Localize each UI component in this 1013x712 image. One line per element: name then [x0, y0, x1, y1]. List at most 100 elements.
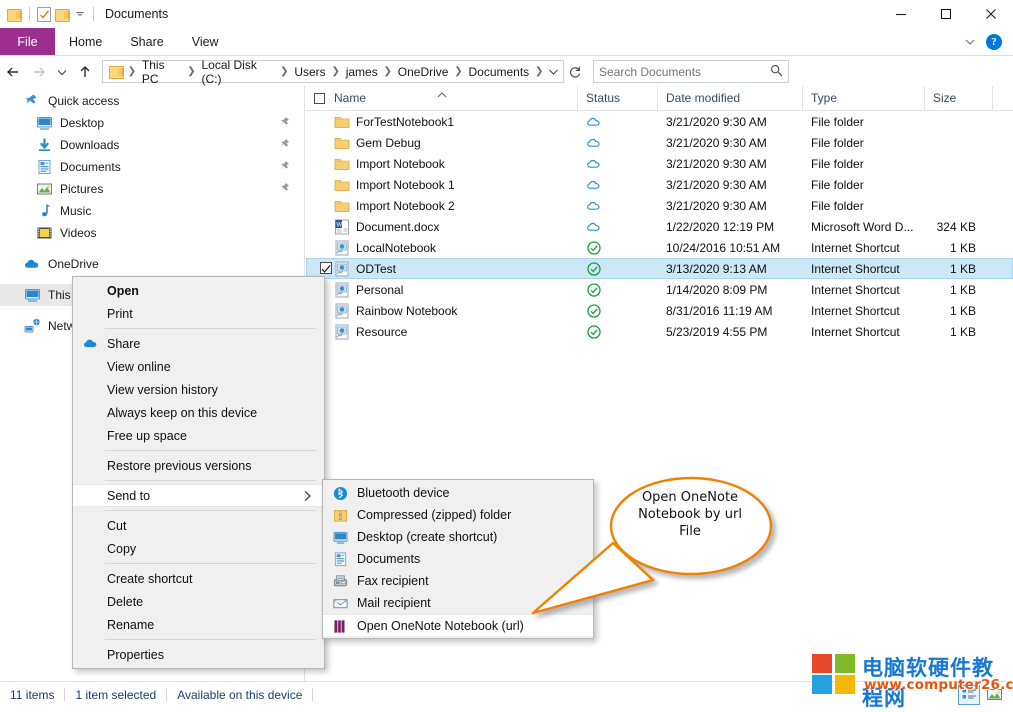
document-properties-icon[interactable] — [37, 7, 51, 22]
status-divider — [312, 688, 313, 701]
table-row[interactable]: Gem Debug3/21/2020 9:30 AMFile folder — [306, 132, 1013, 153]
window-controls[interactable] — [878, 0, 1013, 28]
menu-item-label: Create shortcut — [107, 572, 192, 586]
up-arrow-icon[interactable] — [72, 59, 98, 85]
menu-item-rename[interactable]: Rename — [73, 613, 324, 636]
maximize-button[interactable] — [923, 0, 968, 28]
select-all-checkbox[interactable] — [314, 93, 325, 104]
menu-item-restore-previous-versions[interactable]: Restore previous versions — [73, 454, 324, 477]
menu-item-properties[interactable]: Properties — [73, 643, 324, 666]
menu-item-label: Cut — [107, 519, 126, 533]
breadcrumb-james[interactable]: james — [342, 62, 382, 82]
this-pc-icon — [24, 287, 41, 303]
cell-type: File folder — [803, 178, 925, 192]
menu-item-open[interactable]: Open — [73, 279, 324, 302]
customize-dropdown-icon[interactable] — [74, 8, 86, 20]
table-row[interactable]: Import Notebook 13/21/2020 9:30 AMFile f… — [306, 174, 1013, 195]
table-row[interactable]: Rainbow Notebook8/31/2016 11:19 AMIntern… — [306, 300, 1013, 321]
tab-view[interactable]: View — [178, 28, 233, 55]
table-row[interactable]: WDocument.docx1/22/2020 12:19 PMMicrosof… — [306, 216, 1013, 237]
help-icon[interactable]: ? — [986, 34, 1002, 50]
address-bar[interactable]: ❯ This PC ❯ Local Disk (C:) ❯ Users ❯ ja… — [102, 60, 564, 83]
menu-item-always-keep-on-this-device[interactable]: Always keep on this device — [73, 401, 324, 424]
quick-access-toolbar[interactable] — [0, 7, 97, 22]
pin-icon[interactable] — [279, 160, 290, 173]
breadcrumb-documents[interactable]: Documents — [464, 62, 533, 82]
file-name: Gem Debug — [356, 136, 421, 150]
pin-icon[interactable] — [279, 116, 290, 129]
breadcrumb-this-pc[interactable]: This PC — [138, 62, 186, 82]
tab-file[interactable]: File — [0, 28, 55, 55]
cell-type: Internet Shortcut — [803, 283, 925, 297]
menu-item-create-shortcut[interactable]: Create shortcut — [73, 567, 324, 590]
menu-item-label: Send to — [107, 489, 150, 503]
status-selected-count: 1 item selected — [65, 688, 166, 702]
cell-status — [578, 156, 658, 172]
submenu-item-label: Fax recipient — [357, 574, 429, 588]
close-button[interactable] — [968, 0, 1013, 28]
menu-item-send-to[interactable]: Send to — [73, 484, 324, 507]
search-icon[interactable] — [770, 64, 783, 80]
menu-item-view-online[interactable]: View online — [73, 355, 324, 378]
menu-item-free-up-space[interactable]: Free up space — [73, 424, 324, 447]
recent-locations-chevron-icon[interactable] — [52, 59, 72, 85]
table-row[interactable]: LocalNotebook10/24/2016 10:51 AMInternet… — [306, 237, 1013, 258]
menu-item-delete[interactable]: Delete — [73, 590, 324, 613]
table-row[interactable]: Import Notebook3/21/2020 9:30 AMFile fol… — [306, 153, 1013, 174]
column-header-size[interactable]: Size — [925, 86, 993, 110]
column-header-status[interactable]: Status — [578, 86, 658, 110]
chevron-down-icon[interactable] — [964, 36, 976, 48]
minimize-button[interactable] — [878, 0, 923, 28]
table-row[interactable]: ForTestNotebook13/21/2020 9:30 AMFile fo… — [306, 111, 1013, 132]
cloud-only-icon — [586, 177, 602, 193]
table-row[interactable]: Personal1/14/2020 8:09 PMInternet Shortc… — [306, 279, 1013, 300]
ribbon-tab-bar: File Home Share View ? — [0, 28, 1013, 56]
sidebar-item-quick-access[interactable]: Quick access — [0, 90, 304, 112]
menu-item-share[interactable]: Share — [73, 332, 324, 355]
sidebar-item-label: Videos — [60, 226, 96, 240]
breadcrumb-onedrive[interactable]: OneDrive — [394, 62, 453, 82]
callout-line-2: Notebook by url — [610, 506, 770, 523]
breadcrumb-local-disk[interactable]: Local Disk (C:) — [197, 62, 278, 82]
folder-icon[interactable] — [55, 8, 70, 21]
menu-item-print[interactable]: Print — [73, 302, 324, 325]
pin-icon[interactable] — [279, 138, 290, 151]
sidebar-item-music[interactable]: Music — [0, 200, 304, 222]
sidebar-item-desktop[interactable]: Desktop — [0, 112, 304, 134]
table-row[interactable]: ODTest3/13/2020 9:13 AMInternet Shortcut… — [306, 258, 1013, 279]
back-arrow-icon[interactable] — [0, 59, 26, 85]
row-checkbox[interactable] — [320, 262, 332, 274]
word-document-icon: W — [334, 219, 350, 235]
table-row[interactable]: Resource5/23/2019 4:55 PMInternet Shortc… — [306, 321, 1013, 342]
sidebar-item-documents[interactable]: Documents — [0, 156, 304, 178]
refresh-icon[interactable] — [564, 60, 586, 83]
search-input[interactable]: Search Documents — [593, 60, 789, 83]
cell-name: LocalNotebook — [306, 240, 578, 256]
table-row[interactable]: Import Notebook 23/21/2020 9:30 AMFile f… — [306, 195, 1013, 216]
sidebar-item-label: OneDrive — [48, 257, 99, 271]
tab-share[interactable]: Share — [116, 28, 177, 55]
menu-separator — [105, 480, 316, 481]
sidebar-item-onedrive[interactable]: OneDrive — [0, 253, 304, 275]
sidebar-item-pictures[interactable]: Pictures — [0, 178, 304, 200]
network-icon — [24, 318, 41, 334]
menu-item-view-version-history[interactable]: View version history — [73, 378, 324, 401]
column-header-type[interactable]: Type — [803, 86, 925, 110]
breadcrumb-users[interactable]: Users — [290, 62, 329, 82]
chevron-down-icon[interactable] — [545, 66, 561, 77]
menu-item-label: Rename — [107, 618, 154, 632]
column-header-date-modified[interactable]: Date modified — [658, 86, 803, 110]
cell-status — [578, 135, 658, 151]
pin-icon[interactable] — [279, 182, 290, 195]
folder-icon[interactable] — [7, 8, 22, 21]
sidebar-item-downloads[interactable]: Downloads — [0, 134, 304, 156]
file-name: Import Notebook 1 — [356, 178, 455, 192]
title-bar: Documents — [0, 0, 1013, 28]
menu-item-copy[interactable]: Copy — [73, 537, 324, 560]
cell-date-modified: 1/22/2020 12:19 PM — [658, 220, 803, 234]
file-name: Resource — [356, 325, 407, 339]
column-header-name[interactable]: Name — [306, 86, 578, 110]
menu-item-cut[interactable]: Cut — [73, 514, 324, 537]
sidebar-item-videos[interactable]: Videos — [0, 222, 304, 244]
tab-home[interactable]: Home — [55, 28, 116, 55]
